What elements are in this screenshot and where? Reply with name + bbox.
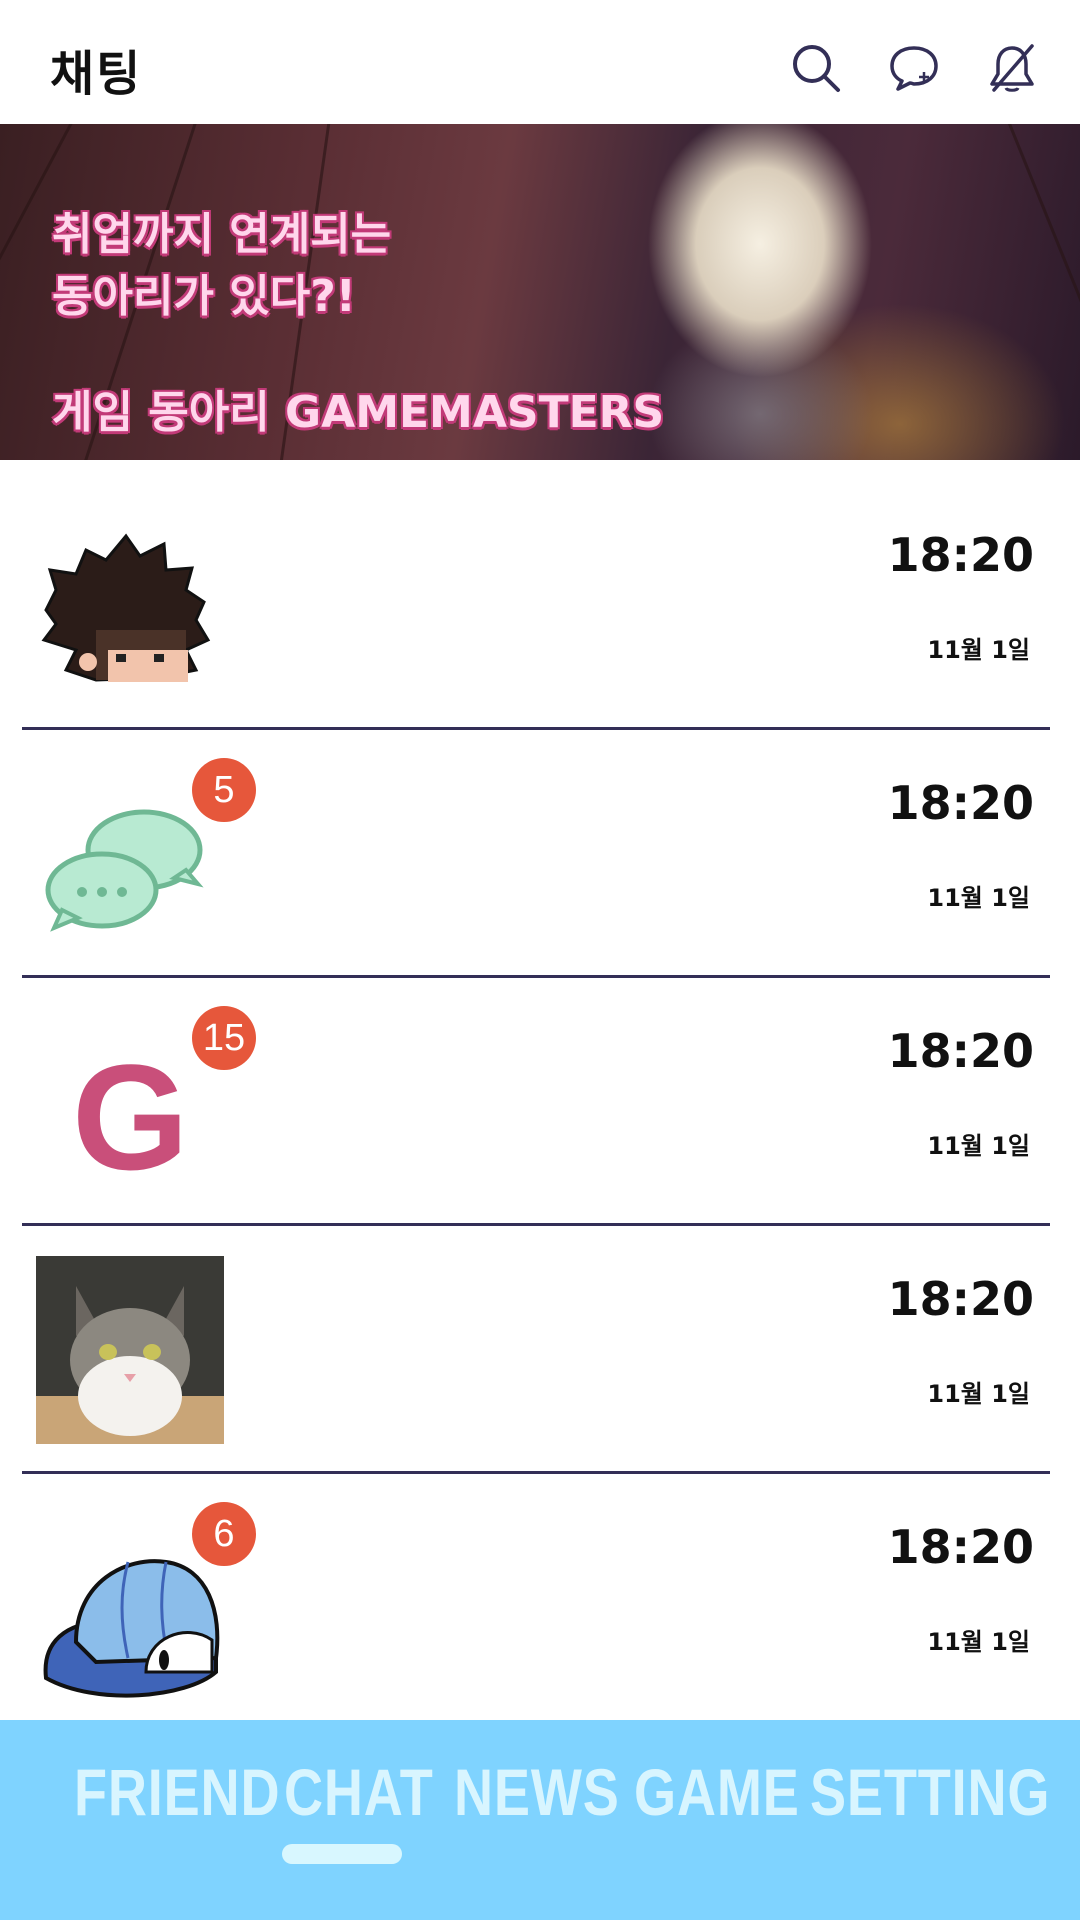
chat-time: 18:20 xyxy=(887,1272,1034,1326)
tab-chat[interactable]: CHAT xyxy=(284,1754,434,1830)
bottom-navigation: FRIEND CHAT NEWS GAME SETTING xyxy=(0,1720,1080,1920)
banner-text: 취업까지 연계되는 xyxy=(52,209,392,260)
tab-news[interactable]: NEWS xyxy=(454,1754,620,1830)
unread-badge: 6 xyxy=(192,1502,256,1566)
unread-badge: 15 xyxy=(192,1006,256,1070)
tab-game[interactable]: GAME xyxy=(634,1754,800,1830)
chat-list-item[interactable]: 18:20 11월 1일 xyxy=(0,482,1080,730)
banner-text: 동아리가 있다?! xyxy=(52,271,356,322)
chat-date: 11월 1일 xyxy=(927,1380,1030,1408)
banner-art xyxy=(1000,124,1080,460)
chat-time: 18:20 xyxy=(887,1024,1034,1078)
app-header: 채팅 xyxy=(0,0,1080,124)
tab-setting[interactable]: SETTING xyxy=(810,1754,1050,1830)
chat-time: 18:20 xyxy=(887,1520,1034,1574)
search-icon[interactable] xyxy=(790,42,842,94)
notifications-off-icon[interactable] xyxy=(986,42,1038,94)
page-title: 채팅 xyxy=(50,46,143,102)
chat-list-item[interactable]: 18:20 11월 1일 xyxy=(0,1226,1080,1474)
pixel-character-avatar xyxy=(41,533,211,682)
chat-list-item[interactable]: 6 18:20 11월 1일 xyxy=(0,1474,1080,1722)
cat-photo-avatar xyxy=(36,1256,224,1444)
avatar-letter: G xyxy=(72,1033,189,1201)
active-tab-indicator xyxy=(282,1844,402,1864)
chat-time: 18:20 xyxy=(887,528,1034,582)
chat-list-item[interactable]: G 15 18:20 11월 1일 xyxy=(0,978,1080,1226)
chat-date: 11월 1일 xyxy=(927,1628,1030,1656)
tab-friend[interactable]: FRIEND xyxy=(74,1754,280,1830)
chat-list-item[interactable]: 5 18:20 11월 1일 xyxy=(0,730,1080,978)
unread-badge: 5 xyxy=(192,758,256,822)
chat-date: 11월 1일 xyxy=(927,884,1030,912)
chat-time: 18:20 xyxy=(887,776,1034,830)
chat-date: 11월 1일 xyxy=(927,636,1030,664)
promo-banner[interactable]: 취업까지 연계되는 동아리가 있다?! 게임 동아리 GAMEMASTERS xyxy=(0,124,1080,460)
banner-text: 게임 동아리 GAMEMASTERS xyxy=(52,387,665,438)
new-chat-icon[interactable] xyxy=(888,42,940,94)
chat-date: 11월 1일 xyxy=(927,1132,1030,1160)
